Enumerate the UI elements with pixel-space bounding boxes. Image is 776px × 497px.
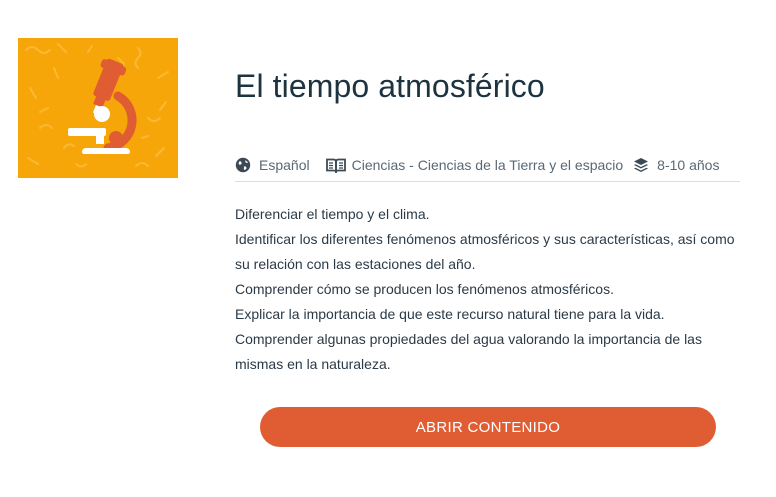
open-content-button[interactable]: ABRIR CONTENIDO <box>260 407 716 447</box>
meta-age-label: 8-10 años <box>657 157 720 173</box>
microscope-icon <box>25 43 169 168</box>
objective-item: Comprender cómo se producen los fenómeno… <box>235 281 614 297</box>
objective-item: Diferenciar el tiempo y el clima. <box>235 206 430 222</box>
objective-item: Explicar la importancia de que este recu… <box>235 306 665 322</box>
objective-item: Identificar los diferentes fenómenos atm… <box>235 231 735 272</box>
objective-item: Comprender algunas propiedades del agua … <box>235 331 702 372</box>
resource-thumbnail <box>18 38 178 178</box>
meta-language-label: Español <box>259 157 310 173</box>
meta-subject-label: Ciencias - Ciencias de la Tierra y el es… <box>351 157 624 173</box>
meta-language: Español <box>235 155 310 175</box>
resource-meta: Español Ciencias - Ciencias de la Tierra… <box>235 155 740 182</box>
layers-icon <box>633 157 649 173</box>
book-icon <box>325 157 346 173</box>
resource-title: El tiempo atmosférico <box>235 68 545 104</box>
globe-icon <box>235 157 251 173</box>
meta-age: 8-10 años <box>633 155 719 175</box>
meta-subject: Ciencias - Ciencias de la Tierra y el es… <box>325 155 624 175</box>
objectives-list: Diferenciar el tiempo y el clima. Identi… <box>235 202 745 377</box>
